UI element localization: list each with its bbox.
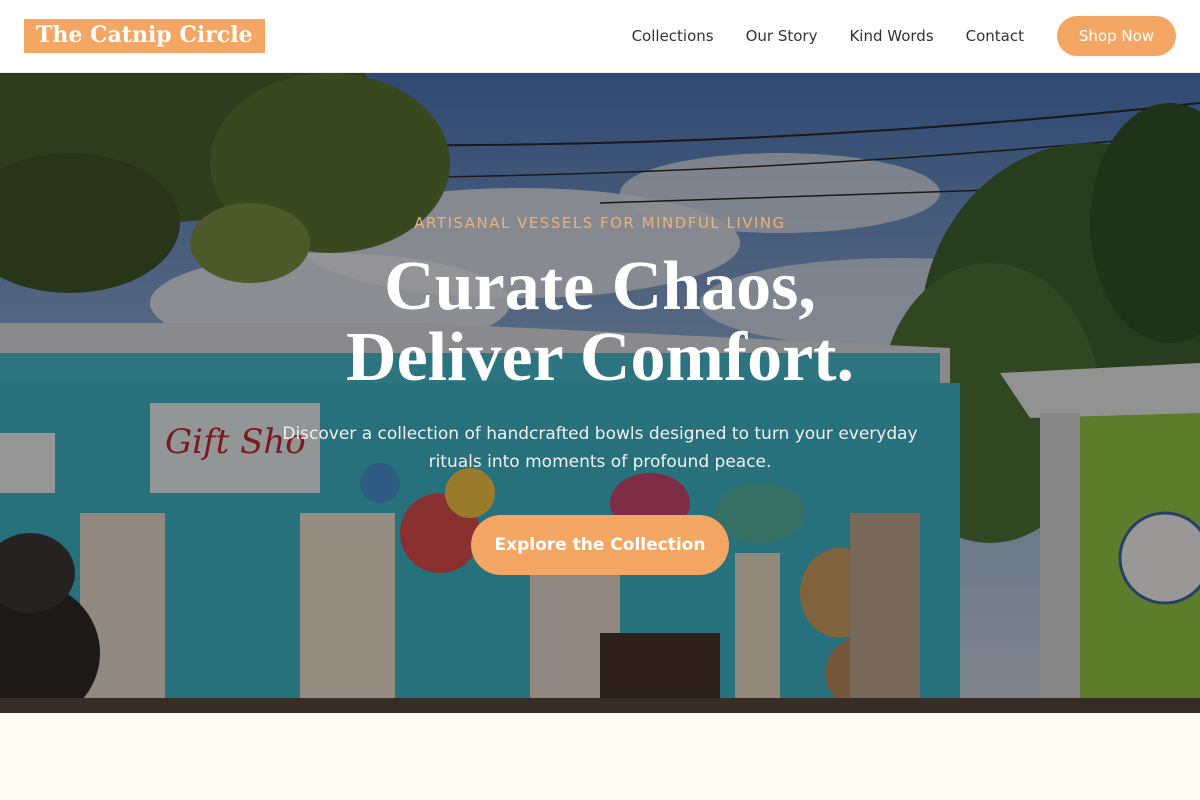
hero-headline: Curate Chaos, Deliver Comfort. <box>0 251 1200 393</box>
site-logo[interactable]: The Catnip Circle <box>24 19 265 53</box>
main-nav: Collections Our Story Kind Words Contact… <box>632 16 1176 56</box>
nav-link-contact[interactable]: Contact <box>966 27 1024 45</box>
hero-eyebrow: ARTISANAL VESSELS FOR MINDFUL LIVING <box>414 214 786 232</box>
nav-link-our-story[interactable]: Our Story <box>746 27 818 45</box>
hero-section: Gift Sho ARTISANAL VESSELS FOR MINDFUL L… <box>0 73 1200 713</box>
hero-content: ARTISANAL VESSELS FOR MINDFUL LIVING Cur… <box>0 73 1200 713</box>
nav-link-kind-words[interactable]: Kind Words <box>849 27 933 45</box>
hero-headline-line-2: Deliver Comfort. <box>346 319 854 396</box>
hero-subtext: Discover a collection of handcrafted bow… <box>282 424 918 472</box>
hero-headline-line-1: Curate Chaos, <box>384 248 816 325</box>
explore-collection-button[interactable]: Explore the Collection <box>471 515 729 575</box>
top-navbar: The Catnip Circle Collections Our Story … <box>0 0 1200 73</box>
shop-now-button[interactable]: Shop Now <box>1057 16 1176 56</box>
nav-link-collections[interactable]: Collections <box>632 27 714 45</box>
next-section <box>0 713 1200 800</box>
